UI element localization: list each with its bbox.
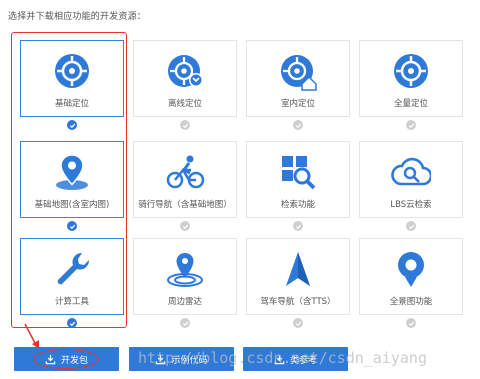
map-pin-icon (52, 152, 92, 192)
unchecked-icon[interactable] (406, 221, 416, 231)
feature-tile-label: 检索功能 (280, 200, 315, 210)
search-grid-icon (278, 152, 318, 192)
crosshair-icon (52, 51, 92, 91)
wrench-icon (52, 249, 92, 289)
feature-tile-label: 全景图功能 (389, 297, 433, 307)
unchecked-icon[interactable] (293, 318, 303, 328)
feature-tile-label: 室内定位 (280, 99, 315, 109)
download-icon (45, 354, 56, 364)
offline-location-icon (165, 51, 205, 91)
feature-tile-label: 基础地图(含室内图) (34, 200, 110, 210)
unchecked-icon[interactable] (180, 318, 190, 328)
feature-tile[interactable]: 计算工具 (20, 238, 124, 315)
radar-icon (165, 249, 205, 289)
instruction-text: 选择并下载相应功能的开发资源： (8, 12, 147, 22)
unchecked-icon[interactable] (293, 221, 303, 231)
feature-tile[interactable]: LBS云检索 (359, 141, 463, 218)
feature-tile-label: 骑行导航（含基础地图） (138, 200, 232, 210)
unchecked-icon[interactable] (180, 221, 190, 231)
feature-tile[interactable]: 驾车导航（含TTS） (246, 238, 350, 315)
feature-tile-label: 离线定位 (167, 99, 202, 109)
feature-tile-label: LBS云检索 (390, 200, 432, 210)
unchecked-icon[interactable] (293, 120, 303, 130)
unchecked-icon[interactable] (406, 318, 416, 328)
feature-tile[interactable]: 周边雷达 (133, 238, 237, 315)
download-package-button[interactable]: 开发包 (14, 347, 119, 371)
cyclist-icon (165, 152, 205, 192)
feature-tile[interactable]: 全量定位 (359, 40, 463, 117)
annotation-arrow-icon (24, 323, 39, 349)
feature-tile[interactable]: 骑行导航（含基础地图） (133, 141, 237, 218)
checked-icon[interactable] (67, 120, 77, 130)
feature-tile[interactable]: 检索功能 (246, 141, 350, 218)
feature-tile[interactable]: 基础地图(含室内图) (20, 141, 124, 218)
feature-tile-label: 周边雷达 (167, 297, 202, 307)
feature-tile[interactable]: 基础定位 (20, 40, 124, 117)
panorama-icon (391, 249, 431, 289)
feature-tile[interactable]: 离线定位 (133, 40, 237, 117)
feature-tile-label: 全量定位 (393, 99, 428, 109)
feature-tile-label: 基础定位 (54, 99, 89, 109)
indoor-location-icon (278, 51, 318, 91)
checked-icon[interactable] (67, 318, 77, 328)
feature-tile-label: 驾车导航（含TTS） (260, 297, 336, 307)
full-location-icon (391, 51, 431, 91)
unchecked-icon[interactable] (180, 120, 190, 130)
watermark-text: http://blog.csdn.net/csdn_aiyang (138, 349, 427, 367)
unchecked-icon[interactable] (406, 120, 416, 130)
feature-tile[interactable]: 室内定位 (246, 40, 350, 117)
feature-tile[interactable]: 全景图功能 (359, 238, 463, 315)
feature-tile-label: 计算工具 (54, 297, 89, 307)
checked-icon[interactable] (67, 221, 77, 231)
navigation-arrow-icon (278, 249, 318, 289)
download-package-label: 开发包 (60, 355, 88, 366)
cloud-search-icon (391, 152, 431, 192)
